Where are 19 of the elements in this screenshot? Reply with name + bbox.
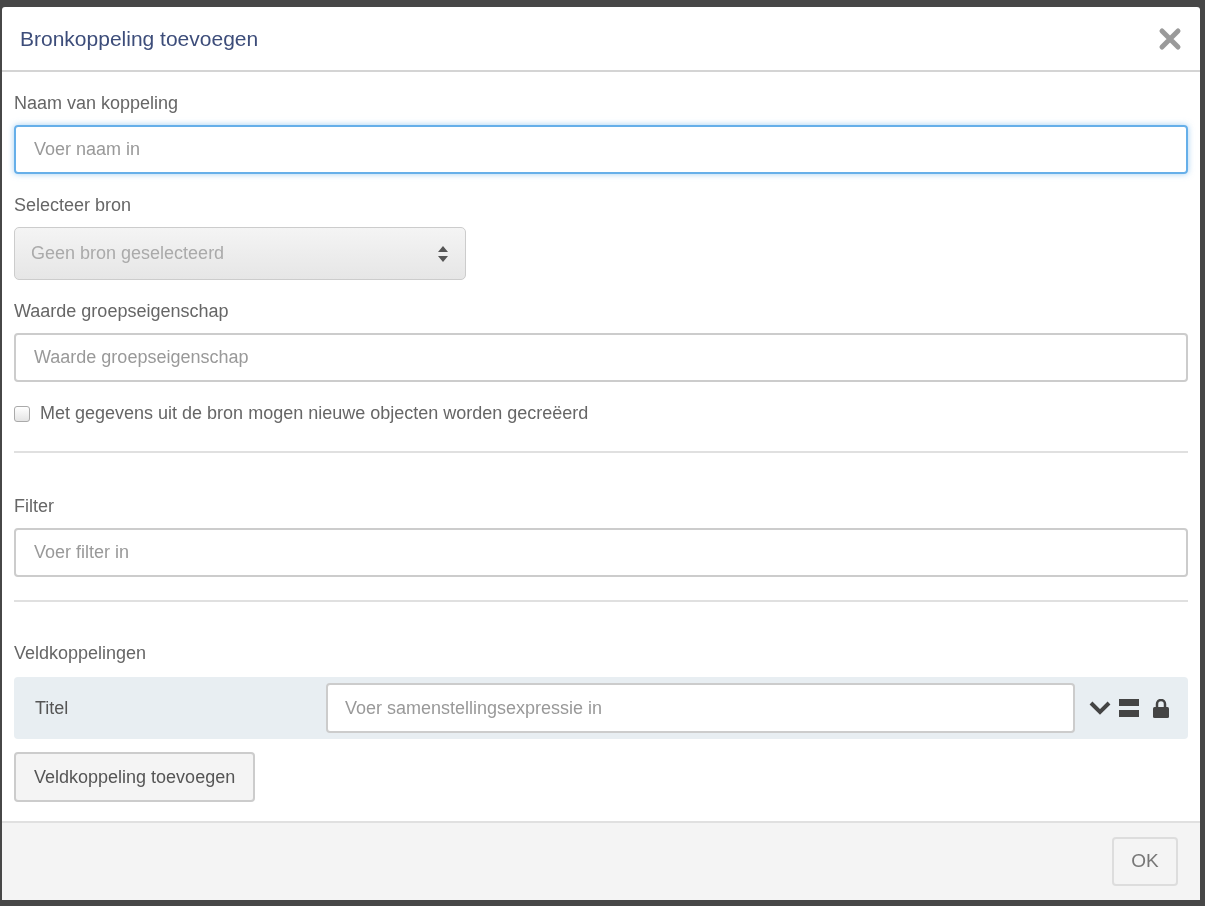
- field-label: Filter: [14, 495, 55, 518]
- checkbox[interactable]: [14, 405, 30, 422]
- equals-icon[interactable]: [1119, 699, 1139, 717]
- lock-icon[interactable]: [1153, 698, 1169, 718]
- group-value-input-field[interactable]: Waarde groepseigenschap: [14, 333, 1188, 382]
- filter-input-field[interactable]: Voer filter in: [14, 528, 1188, 577]
- checkbox-label: Met gegevens uit de bron mogen nieuwe objecten worden gecreëerd: [40, 402, 589, 425]
- name-input-field[interactable]: Voer naam in: [14, 125, 1188, 174]
- field-label: Naam van koppeling: [14, 92, 180, 115]
- field-label: Waarde groepseigenschap: [14, 300, 230, 323]
- field-label: Selecteer bron: [14, 194, 133, 217]
- expression-input-field[interactable]: Voer samenstellingsexpressie in: [326, 683, 1075, 733]
- sort-caret-icon: [437, 244, 449, 263]
- dialog-title: Bronkoppeling toevoegen: [20, 25, 259, 52]
- close-icon[interactable]: [1158, 26, 1182, 51]
- chevron-down-icon[interactable]: [1089, 701, 1111, 715]
- field-name: Titel: [35, 696, 70, 720]
- add-field-mapping-button[interactable]: Veldkoppeling toevoegen: [14, 752, 256, 802]
- section-label: Veldkoppelingen: [14, 642, 148, 665]
